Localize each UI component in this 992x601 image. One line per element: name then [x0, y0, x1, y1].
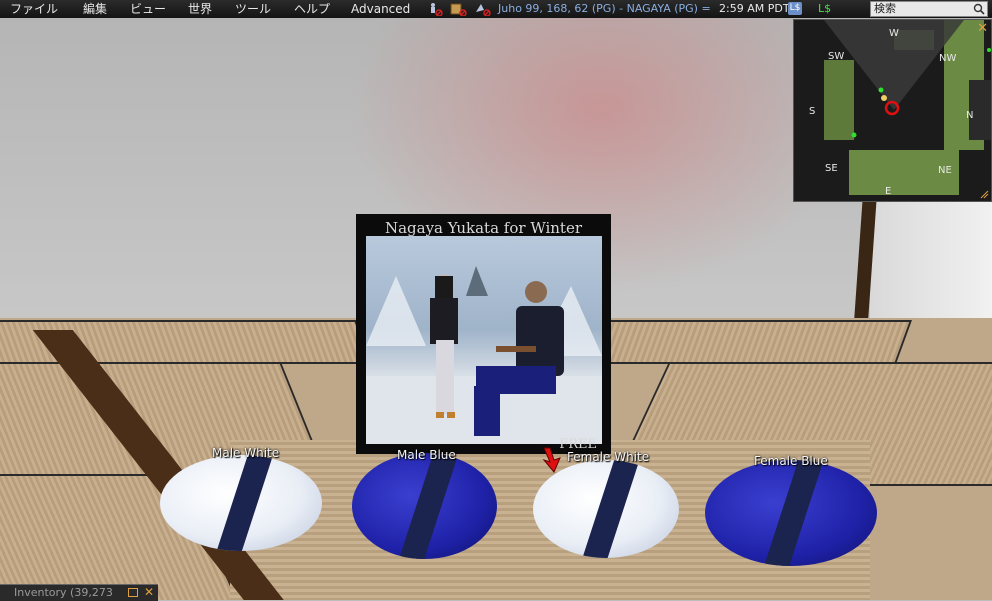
inventory-title: Inventory (39,273 — [14, 586, 113, 599]
poster-image — [366, 236, 602, 444]
buy-currency-badge[interactable]: L$ — [788, 2, 802, 15]
poster-scene — [366, 266, 602, 444]
compass-se: SE — [825, 163, 838, 174]
cushion-strap — [581, 460, 641, 558]
male-white-cushion[interactable] — [160, 455, 322, 551]
female-blue-label: Female Blue — [754, 454, 828, 468]
cushion-strap — [763, 460, 826, 566]
compass-n: N — [966, 110, 974, 121]
menu-file[interactable]: ファイル — [10, 1, 58, 17]
cushion-strap — [215, 455, 275, 551]
compass-ne: NE — [938, 165, 952, 176]
minimap-terrain — [794, 20, 991, 201]
inventory-minimized[interactable]: Inventory (39,273 ✕ — [0, 584, 158, 601]
menu-help[interactable]: ヘルプ — [294, 1, 330, 17]
minimap-close-icon[interactable]: ✕ — [977, 22, 988, 35]
fly-icon[interactable] — [426, 2, 444, 16]
search-input[interactable]: 検索 — [870, 1, 988, 17]
location-text[interactable]: Juho 99, 168, 62 (PG) - NAGAYA (PG) = — [498, 1, 711, 17]
cushion-strap — [398, 453, 461, 559]
search-icon[interactable] — [973, 3, 985, 15]
menu-view[interactable]: ビュー — [130, 1, 166, 17]
build-icon[interactable] — [450, 2, 468, 16]
restore-icon[interactable] — [128, 588, 138, 597]
menu-world[interactable]: 世界 — [188, 1, 212, 17]
poster-title: Nagaya Yukata for Winter — [384, 219, 583, 237]
male-white-label: Male White — [212, 446, 280, 460]
yukata-poster[interactable]: Nagaya Yukata for Winter FREE — [356, 214, 611, 454]
female-white-cushion[interactable] — [533, 460, 679, 558]
menu-edit[interactable]: 編集 — [83, 1, 107, 17]
inventory-close-icon[interactable]: ✕ — [144, 585, 154, 600]
compass-nw: NW — [939, 53, 957, 64]
compass-w: W — [889, 28, 899, 39]
clock-text: 2:59 AM PDT — [719, 2, 790, 15]
minimap[interactable]: W NW SW S N SE NE E ✕ — [793, 19, 992, 202]
male-blue-cushion[interactable] — [352, 453, 497, 559]
female-blue-cushion[interactable] — [705, 460, 877, 566]
script-icon[interactable] — [474, 2, 492, 16]
menubar: ファイル 編集 ビュー 世界 ツール ヘルプ Advanced Juho 99,… — [0, 0, 992, 18]
compass-e: E — [885, 186, 892, 197]
resize-grip-icon[interactable] — [979, 189, 989, 199]
tatami-mat — [591, 320, 913, 364]
balance-text[interactable]: L$ — [818, 1, 831, 17]
male-blue-label: Male Blue — [397, 448, 456, 462]
menu-tools[interactable]: ツール — [235, 1, 271, 17]
red-arrow-pointer-icon — [542, 447, 561, 473]
compass-s: S — [809, 106, 816, 117]
search-placeholder: 検索 — [874, 2, 896, 15]
menu-advanced[interactable]: Advanced — [351, 1, 410, 17]
female-white-label: Female White — [567, 450, 650, 464]
compass-sw: SW — [828, 51, 845, 62]
